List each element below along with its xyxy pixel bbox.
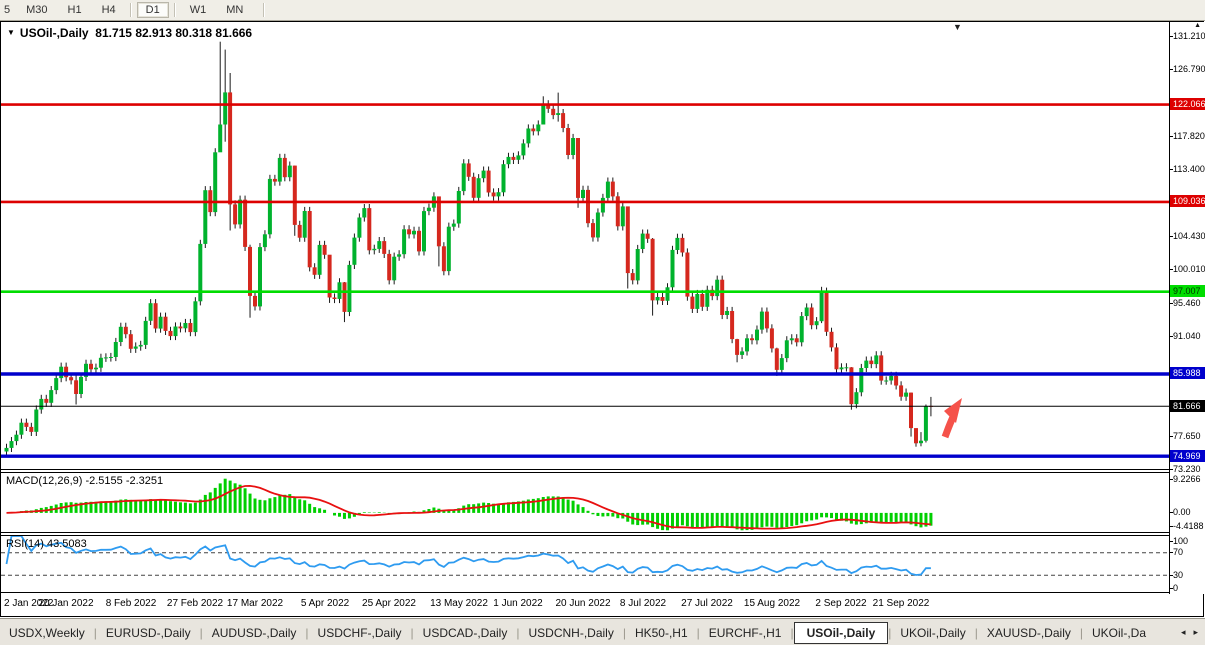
tab-eurchf-h1[interactable]: EURCHF-,H1 xyxy=(700,623,791,643)
tabs: USDX,Weekly|EURUSD-,Daily|AUDUSD-,Daily|… xyxy=(0,622,1155,644)
timeframe-button-w1[interactable]: W1 xyxy=(181,2,216,18)
rsi-scale-label: 100 xyxy=(1173,536,1188,546)
chart-title: ▼ USOil-,Daily 81.715 82.913 80.318 81.66… xyxy=(7,26,252,40)
date-label: 15 Aug 2022 xyxy=(737,598,807,609)
date-label: 1 Jun 2022 xyxy=(483,598,553,609)
price-level-badge: 85.988 xyxy=(1170,367,1205,379)
timeframe-button-h4[interactable]: H4 xyxy=(93,2,125,18)
price-tick-label: 91.040 xyxy=(1173,331,1201,341)
price-tick-label: 113.400 xyxy=(1173,164,1205,174)
date-label: 8 Jul 2022 xyxy=(608,598,678,609)
panel-border xyxy=(1,592,1169,593)
tab-hk50-h1[interactable]: HK50-,H1 xyxy=(626,623,697,643)
tab-ukoil-da[interactable]: UKOil-,Da xyxy=(1083,623,1155,643)
timeframe-button-mn[interactable]: MN xyxy=(217,2,252,18)
rsi-label: RSI(14) 43.5083 xyxy=(6,538,87,550)
chevron-down-icon[interactable]: ▼ xyxy=(7,28,15,37)
date-label: 21 Sep 2022 xyxy=(866,598,936,609)
tab-scroll-left-icon[interactable]: ◂ xyxy=(1177,625,1190,640)
price-tick-label: 73.230 xyxy=(1173,464,1201,474)
rsi-scale-label: 0 xyxy=(1173,583,1178,593)
timeframe-button-h1[interactable]: H1 xyxy=(59,2,91,18)
price-tick-label: 104.430 xyxy=(1173,231,1205,241)
tab-usdx-weekly[interactable]: USDX,Weekly xyxy=(0,623,94,643)
price-level-badge: 122.066 xyxy=(1170,98,1205,110)
price-level-badge: 81.666 xyxy=(1170,400,1205,412)
date-label: 5 Apr 2022 xyxy=(290,598,360,609)
axis-corner-icon: ▲ xyxy=(1194,22,1201,29)
tab-usoil-daily[interactable]: USOil-,Daily xyxy=(794,622,889,644)
price-level-badge: 97.007 xyxy=(1170,285,1205,297)
ohlc-values: 81.715 82.913 80.318 81.666 xyxy=(95,26,252,40)
rsi-scale-label: 70 xyxy=(1173,547,1183,557)
chart-window: ▼ USOil-,Daily 81.715 82.913 80.318 81.66… xyxy=(0,21,1204,617)
date-label: 8 Feb 2022 xyxy=(96,598,166,609)
trading-terminal: 5M30H1H4 D1 W1MN ▼ USOil-,Daily 81.715 82.9… xyxy=(0,0,1205,645)
tab-usdcnh-daily[interactable]: USDCNH-,Daily xyxy=(519,623,622,643)
timeframe-button-d1[interactable]: D1 xyxy=(137,2,169,18)
price-level-badge: 109.036 xyxy=(1170,195,1205,207)
tab-usdcad-daily[interactable]: USDCAD-,Daily xyxy=(414,623,517,643)
price-tick-label: 126.790 xyxy=(1173,64,1205,74)
toolbar-separator xyxy=(174,3,176,17)
candlestick-chart[interactable] xyxy=(1,22,1169,469)
timeframe-button-5[interactable]: 5 xyxy=(1,2,15,18)
chart-tab-bar: USDX,Weekly|EURUSD-,Daily|AUDUSD-,Daily|… xyxy=(0,618,1205,645)
price-level-badge: 74.969 xyxy=(1170,450,1205,462)
price-tick-label: 100.010 xyxy=(1173,264,1205,274)
macd-scale-label: -4.4188 xyxy=(1173,521,1204,531)
date-label: 20 Jan 2022 xyxy=(31,598,101,609)
toolbar-separator xyxy=(130,3,132,17)
price-tick-label: 117.820 xyxy=(1173,131,1205,141)
date-label: 27 Jul 2022 xyxy=(672,598,742,609)
price-tick-label: 95.460 xyxy=(1173,298,1201,308)
tab-usdchf-daily[interactable]: USDCHF-,Daily xyxy=(309,623,411,643)
tab-scroll-buttons: ◂▸ xyxy=(1173,619,1202,645)
timeframe-toolbar: 5M30H1H4 D1 W1MN xyxy=(0,0,1205,21)
date-label: 25 Apr 2022 xyxy=(354,598,424,609)
tab-ukoil-daily[interactable]: UKOil-,Daily xyxy=(891,623,974,643)
date-axis[interactable]: 2 Jan 202220 Jan 20228 Feb 202227 Feb 20… xyxy=(1,594,1169,616)
tab-xauusd-daily[interactable]: XAUUSD-,Daily xyxy=(978,623,1080,643)
tab-scroll-right-icon[interactable]: ▸ xyxy=(1189,625,1202,640)
toolbar-separator xyxy=(263,3,265,17)
macd-indicator-panel[interactable] xyxy=(1,473,1169,532)
tab-eurusd-daily[interactable]: EURUSD-,Daily xyxy=(97,623,200,643)
tab-audusd-daily[interactable]: AUDUSD-,Daily xyxy=(203,623,306,643)
price-tick-label: 131.210 xyxy=(1173,31,1205,41)
rsi-scale-label: 30 xyxy=(1173,570,1183,580)
macd-label: MACD(12,26,9) -2.5155 -2.3251 xyxy=(6,475,163,487)
price-axis[interactable]: 131.210 126.790 117.820 113.400 104.430 100.0… xyxy=(1169,22,1205,594)
chart-shift-marker-icon[interactable]: ▼ xyxy=(953,23,962,32)
timeframe-button-m30[interactable]: M30 xyxy=(17,2,56,18)
macd-scale-label: 0.00 xyxy=(1173,507,1191,517)
macd-scale-label: 9.2266 xyxy=(1173,474,1201,484)
date-label: 17 Mar 2022 xyxy=(220,598,290,609)
symbol-name: USOil-,Daily xyxy=(20,26,89,40)
price-tick-label: 77.650 xyxy=(1173,431,1201,441)
rsi-indicator-panel[interactable] xyxy=(1,536,1169,592)
